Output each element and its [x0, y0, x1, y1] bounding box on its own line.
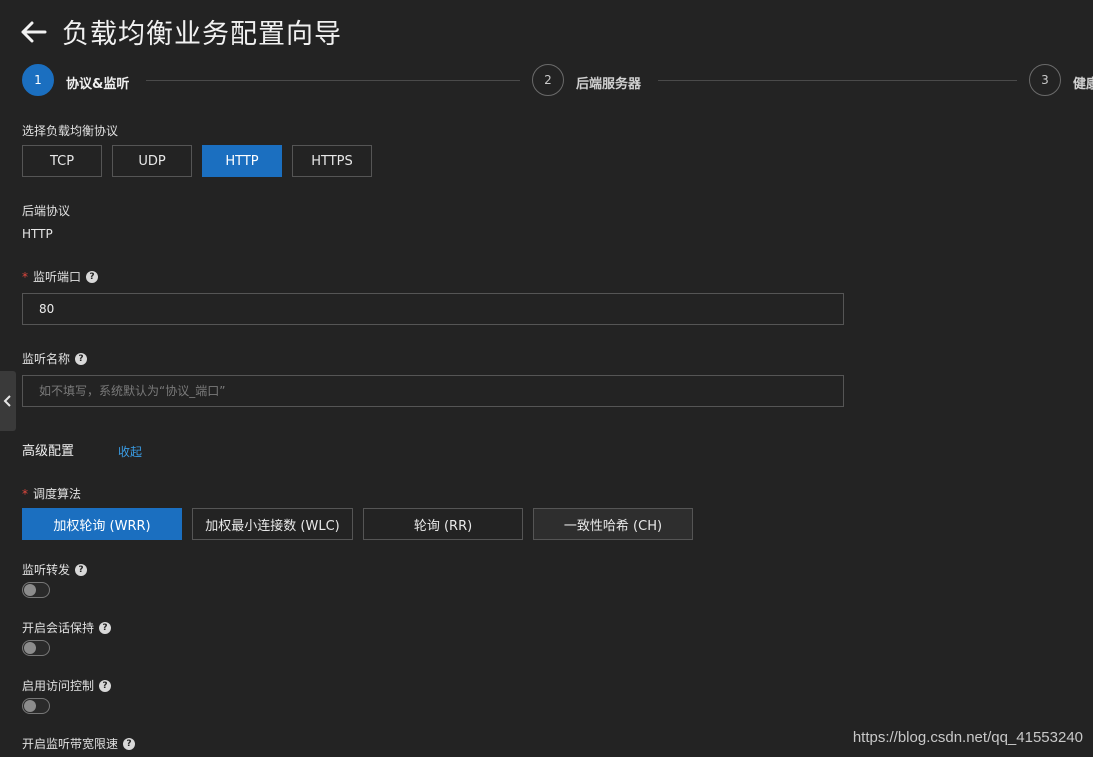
step-1-label: 协议&监听	[66, 77, 130, 92]
protocol-option-http[interactable]: HTTP	[202, 145, 282, 177]
step-2-circle[interactable]: 2	[532, 64, 564, 96]
help-icon[interactable]: ?	[86, 270, 99, 283]
session-persistence-toggle[interactable]	[22, 640, 50, 656]
protocol-selector: TCP UDP HTTP HTTPS	[22, 145, 382, 177]
scheduling-selector: 加权轮询 (WRR) 加权最小连接数 (WLC) 轮询 (RR) 一致性哈希 (…	[22, 508, 703, 540]
collapse-link[interactable]: 收起	[118, 443, 142, 460]
listener-name-input[interactable]	[22, 375, 844, 407]
step-3-circle[interactable]: 3	[1029, 64, 1061, 96]
advanced-config-title: 高级配置	[22, 444, 75, 459]
step-2-label: 后端服务器	[576, 77, 642, 92]
step-3-label: 健康	[1073, 77, 1093, 92]
protocol-option-tcp[interactable]: TCP	[22, 145, 102, 177]
toggle-knob	[24, 700, 36, 712]
listener-name-label: 监听名称 ?	[22, 350, 88, 367]
listener-forward-toggle[interactable]	[22, 582, 50, 598]
chevron-left-icon	[3, 395, 11, 407]
protocol-label: 选择负载均衡协议	[22, 124, 119, 138]
protocol-option-udp[interactable]: UDP	[112, 145, 192, 177]
scheduling-option-wrr[interactable]: 加权轮询 (WRR)	[22, 508, 182, 540]
access-control-label: 启用访问控制 ?	[22, 677, 112, 694]
step-1-circle[interactable]: 1	[22, 64, 54, 96]
listen-port-input[interactable]	[22, 293, 844, 325]
scheduling-option-ch[interactable]: 一致性哈希 (CH)	[533, 508, 693, 540]
toggle-knob	[24, 584, 36, 596]
bandwidth-limit-label: 开启监听带宽限速 ?	[22, 735, 136, 752]
session-persistence-label: 开启会话保持 ?	[22, 619, 112, 636]
help-icon[interactable]: ?	[99, 679, 112, 692]
step-connector	[658, 80, 1017, 81]
step-connector	[146, 80, 520, 81]
help-icon[interactable]: ?	[99, 621, 112, 634]
help-icon[interactable]: ?	[75, 352, 88, 365]
protocol-option-https[interactable]: HTTPS	[292, 145, 372, 177]
scheduling-option-wlc[interactable]: 加权最小连接数 (WLC)	[192, 508, 353, 540]
scheduling-label: * 调度算法	[22, 486, 82, 502]
scheduling-option-rr[interactable]: 轮询 (RR)	[363, 508, 523, 540]
wizard-steps: 1 协议&监听 2 后端服务器 3 健康	[22, 64, 1093, 98]
arrow-left-icon[interactable]	[20, 18, 48, 46]
sidebar-collapse-handle[interactable]	[0, 371, 16, 431]
page-header: 负载均衡业务配置向导	[20, 12, 342, 51]
required-mark: *	[22, 269, 28, 284]
required-mark: *	[22, 486, 28, 501]
access-control-toggle[interactable]	[22, 698, 50, 714]
backend-protocol-value: HTTP	[22, 227, 53, 241]
backend-protocol-label: 后端协议	[22, 204, 71, 218]
watermark: https://blog.csdn.net/qq_41553240	[852, 729, 1083, 746]
help-icon[interactable]: ?	[75, 563, 88, 576]
help-icon[interactable]: ?	[123, 737, 136, 750]
listen-port-label: * 监听端口 ?	[22, 268, 99, 285]
listener-forward-label: 监听转发 ?	[22, 561, 88, 578]
toggle-knob	[24, 642, 36, 654]
page-title: 负载均衡业务配置向导	[62, 19, 342, 50]
